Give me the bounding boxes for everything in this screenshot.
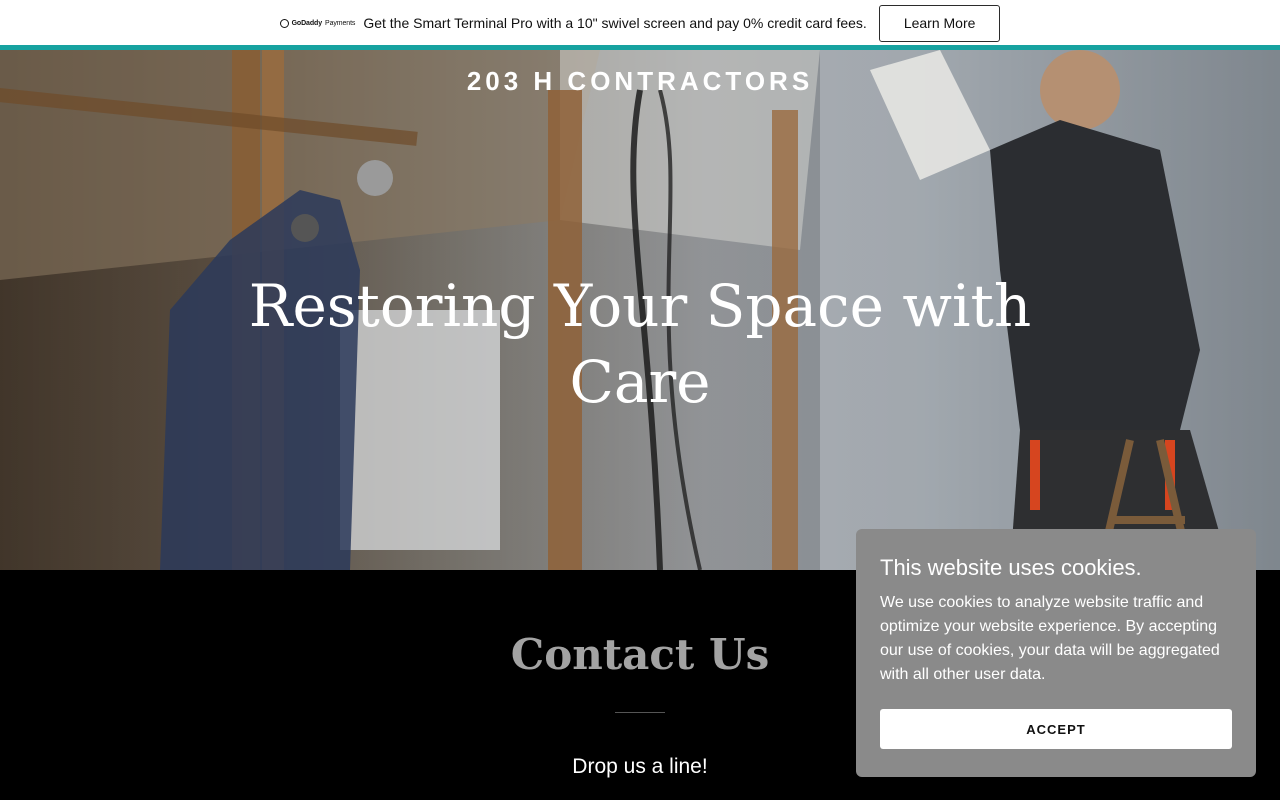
godaddy-logo-icon (279, 18, 289, 28)
hero-section: 203 H CONTRACTORS Restoring Your Space w… (0, 50, 1280, 570)
learn-more-button[interactable]: Learn More (878, 4, 1001, 42)
section-divider (615, 712, 665, 713)
logo-product: Payments (325, 19, 356, 27)
accept-cookies-button[interactable]: ACCEPT (880, 709, 1232, 749)
promo-text: Get the Smart Terminal Pro with a 10" sw… (363, 15, 867, 31)
promo-banner: GoDaddy Payments Get the Smart Terminal … (0, 0, 1280, 46)
godaddy-payments-logo: GoDaddy Payments (279, 18, 356, 28)
cookie-title: This website uses cookies. (880, 555, 1142, 580)
cookie-body: We use cookies to analyze website traffi… (880, 594, 1220, 683)
hero-heading: Restoring Your Space with Care (248, 272, 1032, 416)
cookie-banner: This website uses cookies. We use cookie… (856, 529, 1256, 777)
logo-brand: GoDaddy (291, 19, 323, 27)
site-title[interactable]: 203 H CONTRACTORS (0, 66, 1280, 97)
promo-content: GoDaddy Payments Get the Smart Terminal … (279, 4, 1001, 42)
